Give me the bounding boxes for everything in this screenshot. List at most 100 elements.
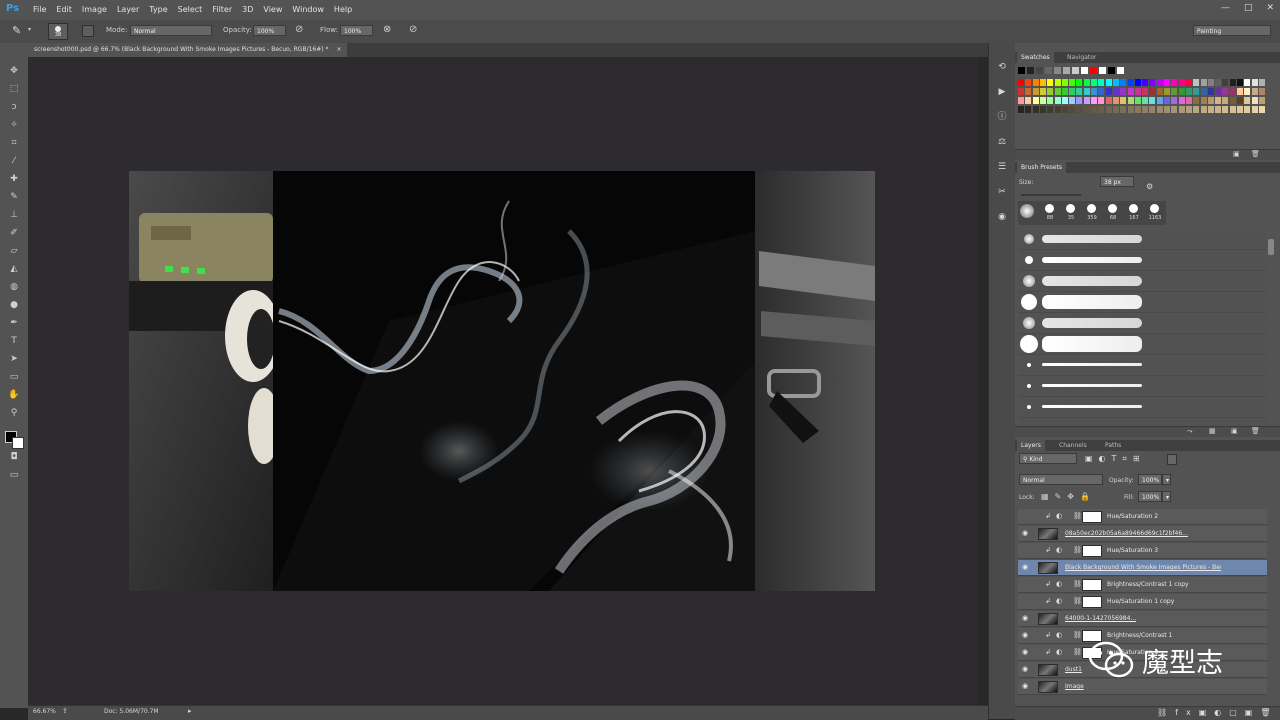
layer-row[interactable]: ↲ ◐ ⛓ Hue/Saturation 2 bbox=[1018, 509, 1267, 525]
maximize-button[interactable]: □ bbox=[1244, 3, 1253, 13]
layer-name[interactable]: Hue/Saturation 3 bbox=[1107, 547, 1158, 554]
pen-tool-icon[interactable]: ✒ bbox=[7, 317, 21, 329]
eye-icon[interactable]: ◉ bbox=[1022, 648, 1031, 657]
clone-stamp-icon[interactable]: ⊥ bbox=[7, 209, 21, 221]
swatch[interactable] bbox=[1069, 79, 1076, 86]
swatch[interactable] bbox=[1039, 79, 1046, 86]
layer-opacity-arrow[interactable]: ▾ bbox=[1162, 474, 1171, 485]
swatch[interactable] bbox=[1047, 97, 1054, 104]
swatch[interactable] bbox=[1200, 97, 1207, 104]
swatch[interactable] bbox=[1117, 67, 1124, 74]
brush-list-item[interactable] bbox=[1018, 229, 1266, 250]
marquee-tool-icon[interactable]: ⬚ bbox=[7, 83, 21, 95]
swatch[interactable] bbox=[1244, 106, 1251, 113]
layer-row[interactable]: ◉ 08a50ec202b05a6a89466d69c1f2bf46... bbox=[1018, 526, 1267, 542]
swatch[interactable] bbox=[1229, 79, 1236, 86]
swatch[interactable] bbox=[1091, 106, 1097, 113]
blend-mode-select[interactable]: Normal bbox=[1019, 474, 1103, 485]
swatch[interactable] bbox=[1207, 79, 1214, 86]
properties-icon[interactable]: ☰ bbox=[996, 161, 1008, 173]
flow-field[interactable]: 100% bbox=[340, 25, 373, 36]
swatch[interactable] bbox=[1207, 106, 1214, 113]
swatch[interactable] bbox=[1207, 97, 1214, 104]
zoom-tool-icon[interactable]: ⚲ bbox=[7, 407, 21, 419]
swatch[interactable] bbox=[1178, 88, 1185, 95]
status-menu-arrow-icon[interactable]: ▸ bbox=[188, 707, 192, 715]
swatch[interactable] bbox=[1200, 106, 1207, 113]
brush-preset-dot[interactable] bbox=[1045, 204, 1054, 213]
tab-layers[interactable]: Layers bbox=[1017, 440, 1045, 451]
swatch[interactable] bbox=[1047, 79, 1054, 86]
share-icon[interactable]: ⇪ bbox=[62, 707, 68, 715]
swatch[interactable] bbox=[1090, 67, 1097, 74]
layer-thumbnail[interactable] bbox=[1038, 664, 1058, 676]
swatch[interactable] bbox=[1039, 97, 1046, 104]
swatch[interactable] bbox=[1222, 88, 1229, 95]
brush-preset-dot[interactable] bbox=[1129, 204, 1138, 213]
swatch[interactable] bbox=[1134, 97, 1141, 104]
swatch[interactable] bbox=[1171, 97, 1178, 104]
swatch[interactable] bbox=[1244, 79, 1251, 86]
healing-brush-icon[interactable]: ✚ bbox=[7, 173, 21, 185]
menu-image[interactable]: Image bbox=[82, 5, 113, 14]
swatch[interactable] bbox=[1112, 106, 1119, 113]
tab-brush-presets[interactable]: Brush Presets bbox=[1017, 162, 1067, 173]
filter-toggle[interactable] bbox=[1167, 454, 1177, 465]
paint-bucket-icon[interactable]: ◭ bbox=[7, 263, 21, 275]
swatch[interactable] bbox=[1134, 88, 1141, 95]
swatch[interactable] bbox=[1105, 97, 1112, 104]
background-color-swatch[interactable] bbox=[12, 437, 24, 449]
swatch[interactable] bbox=[1156, 97, 1163, 104]
brush-preset-dot[interactable] bbox=[1108, 204, 1117, 213]
brush-size-slider[interactable] bbox=[1021, 194, 1081, 196]
swatch[interactable] bbox=[1081, 67, 1088, 74]
eye-icon[interactable]: ◉ bbox=[1022, 665, 1031, 674]
layer-mask-thumbnail[interactable] bbox=[1082, 579, 1102, 591]
layer-row[interactable]: ↲ ◐ ⛓ Hue/Saturation 1 copy bbox=[1018, 594, 1267, 610]
swatch[interactable] bbox=[1120, 88, 1127, 95]
tab-channels[interactable]: Channels bbox=[1055, 440, 1091, 451]
swatch[interactable] bbox=[1237, 106, 1243, 113]
layer-row[interactable]: ◉ 64000-1-1427056984... bbox=[1018, 611, 1267, 627]
swatch[interactable] bbox=[1258, 88, 1265, 95]
swatch[interactable] bbox=[1112, 79, 1119, 86]
layer-mask-thumbnail[interactable] bbox=[1082, 511, 1102, 523]
swatch[interactable] bbox=[1193, 97, 1200, 104]
swatch[interactable] bbox=[1076, 79, 1083, 86]
delete-brush-icon[interactable]: 🗑 bbox=[1251, 427, 1260, 435]
swatch[interactable] bbox=[1215, 88, 1222, 95]
swatch[interactable] bbox=[1069, 97, 1076, 104]
swatch[interactable] bbox=[1025, 106, 1032, 113]
swatch[interactable] bbox=[1098, 88, 1105, 95]
pressure-size-icon[interactable]: ⊘ bbox=[409, 24, 417, 35]
brush-panel-toggle-icon[interactable] bbox=[82, 25, 94, 37]
swatch[interactable] bbox=[1222, 106, 1229, 113]
brush-toggle-icon[interactable]: ⤳ bbox=[1187, 427, 1193, 436]
3d-icon[interactable]: ◉ bbox=[996, 211, 1008, 223]
swatch[interactable] bbox=[1127, 79, 1134, 86]
layer-thumbnail[interactable] bbox=[1038, 613, 1058, 625]
eye-icon[interactable]: ◉ bbox=[1022, 631, 1031, 640]
menu-edit[interactable]: Edit bbox=[56, 5, 78, 14]
swatch[interactable] bbox=[1142, 97, 1149, 104]
swatch[interactable] bbox=[1193, 79, 1200, 86]
layer-filter-icons[interactable]: ▣◐T⌗⊞ bbox=[1085, 454, 1146, 464]
fill-arrow[interactable]: ▾ bbox=[1162, 491, 1171, 502]
brush-grid-icon[interactable]: ▦ bbox=[1209, 427, 1216, 435]
menu-filter[interactable]: Filter bbox=[212, 5, 238, 14]
swatch[interactable] bbox=[1032, 106, 1039, 113]
swatch[interactable] bbox=[1207, 88, 1214, 95]
document-canvas[interactable] bbox=[129, 171, 875, 591]
swatch[interactable] bbox=[1258, 79, 1265, 86]
brush-scrollbar[interactable] bbox=[1268, 239, 1274, 255]
swatch[interactable] bbox=[1083, 88, 1090, 95]
swatch[interactable] bbox=[1258, 106, 1265, 113]
brush-list-item[interactable] bbox=[1018, 376, 1266, 397]
swatch[interactable] bbox=[1098, 97, 1105, 104]
swatch[interactable] bbox=[1178, 97, 1185, 104]
history-icon[interactable]: ⟲ bbox=[996, 61, 1008, 73]
layer-kind-filter[interactable]: ⚲ Kind bbox=[1019, 453, 1077, 464]
swatch[interactable] bbox=[1061, 97, 1068, 104]
swatch[interactable] bbox=[1164, 106, 1170, 113]
layer-row[interactable]: ↲ ◐ ⛓ Hue/Saturation 3 bbox=[1018, 543, 1267, 559]
